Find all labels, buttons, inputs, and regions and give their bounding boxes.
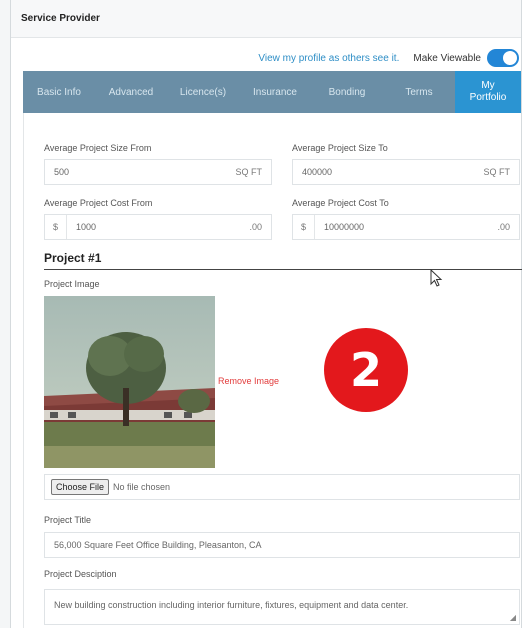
profile-visibility-row: View my profile as others see it. Make V… (258, 47, 521, 69)
cost-to-label: Average Project Cost To (292, 198, 389, 208)
project-image (44, 296, 215, 468)
service-provider-panel: Service Provider View my profile as othe… (10, 0, 522, 628)
size-to-unit: SQ FT (483, 167, 511, 177)
mouse-cursor-icon (430, 269, 443, 287)
cost-from-prefix: $ (45, 215, 67, 239)
file-input[interactable]: Choose File No file chosen (44, 474, 520, 500)
portfolio-form: Average Project Size From 500 SQ FT Aver… (23, 113, 522, 628)
size-to-field[interactable]: 400000 SQ FT (292, 159, 520, 185)
size-to-label: Average Project Size To (292, 143, 388, 153)
tab-bonding[interactable]: Bonding (311, 71, 383, 113)
tab-my-portfolio-line1: My (481, 80, 495, 91)
section-divider (44, 269, 522, 270)
tab-terms[interactable]: Terms (383, 71, 455, 113)
toggle-knob (503, 51, 517, 65)
tab-my-portfolio[interactable]: My Portfolio (455, 71, 521, 113)
cost-to-suffix: .00 (497, 222, 510, 232)
cost-from-field[interactable]: $ 1000 .00 (44, 214, 272, 240)
make-viewable-toggle[interactable] (487, 49, 519, 67)
project-heading: Project #1 (44, 251, 102, 265)
project-title-value: 56,000 Square Feet Office Building, Plea… (54, 540, 262, 550)
cost-to-prefix: $ (293, 215, 315, 239)
project-title-input[interactable]: 56,000 Square Feet Office Building, Plea… (44, 532, 520, 558)
tab-advanced[interactable]: Advanced (95, 71, 167, 113)
step-number-badge: 2 (324, 328, 408, 412)
view-profile-link[interactable]: View my profile as others see it. (258, 53, 399, 64)
cost-to-field[interactable]: $ 10000000 .00 (292, 214, 520, 240)
size-from-label: Average Project Size From (44, 143, 152, 153)
size-from-unit: SQ FT (235, 167, 263, 177)
tab-my-portfolio-line2: Portfolio (469, 92, 507, 103)
tab-insurance[interactable]: Insurance (239, 71, 311, 113)
choose-file-button[interactable]: Choose File (51, 479, 110, 495)
cost-from-value: 1000 (76, 222, 97, 232)
tab-basic-info[interactable]: Basic Info (23, 71, 95, 113)
panel-title: Service Provider (11, 0, 521, 38)
cost-from-suffix: .00 (249, 222, 262, 232)
make-viewable-label: Make Viewable (413, 52, 481, 64)
tab-licences[interactable]: Licence(s) (167, 71, 239, 113)
project-title-label: Project Title (44, 515, 92, 525)
profile-tabs: Basic Info Advanced Licence(s) Insurance… (23, 71, 521, 113)
size-from-value: 500 (54, 167, 70, 177)
project-description-label: Project Desciption (44, 569, 117, 579)
no-file-text: No file chosen (113, 482, 171, 492)
resize-grip-icon[interactable]: ◢ (510, 613, 516, 622)
size-from-field[interactable]: 500 SQ FT (44, 159, 272, 185)
project-description-textarea[interactable]: New building construction including inte… (44, 589, 520, 625)
project-description-value: New building construction including inte… (54, 600, 409, 610)
size-to-value: 400000 (302, 167, 333, 177)
cost-from-label: Average Project Cost From (44, 198, 153, 208)
remove-image-link[interactable]: Remove Image (218, 376, 279, 386)
project-image-label: Project Image (44, 279, 100, 289)
cost-to-value: 10000000 (324, 222, 365, 232)
